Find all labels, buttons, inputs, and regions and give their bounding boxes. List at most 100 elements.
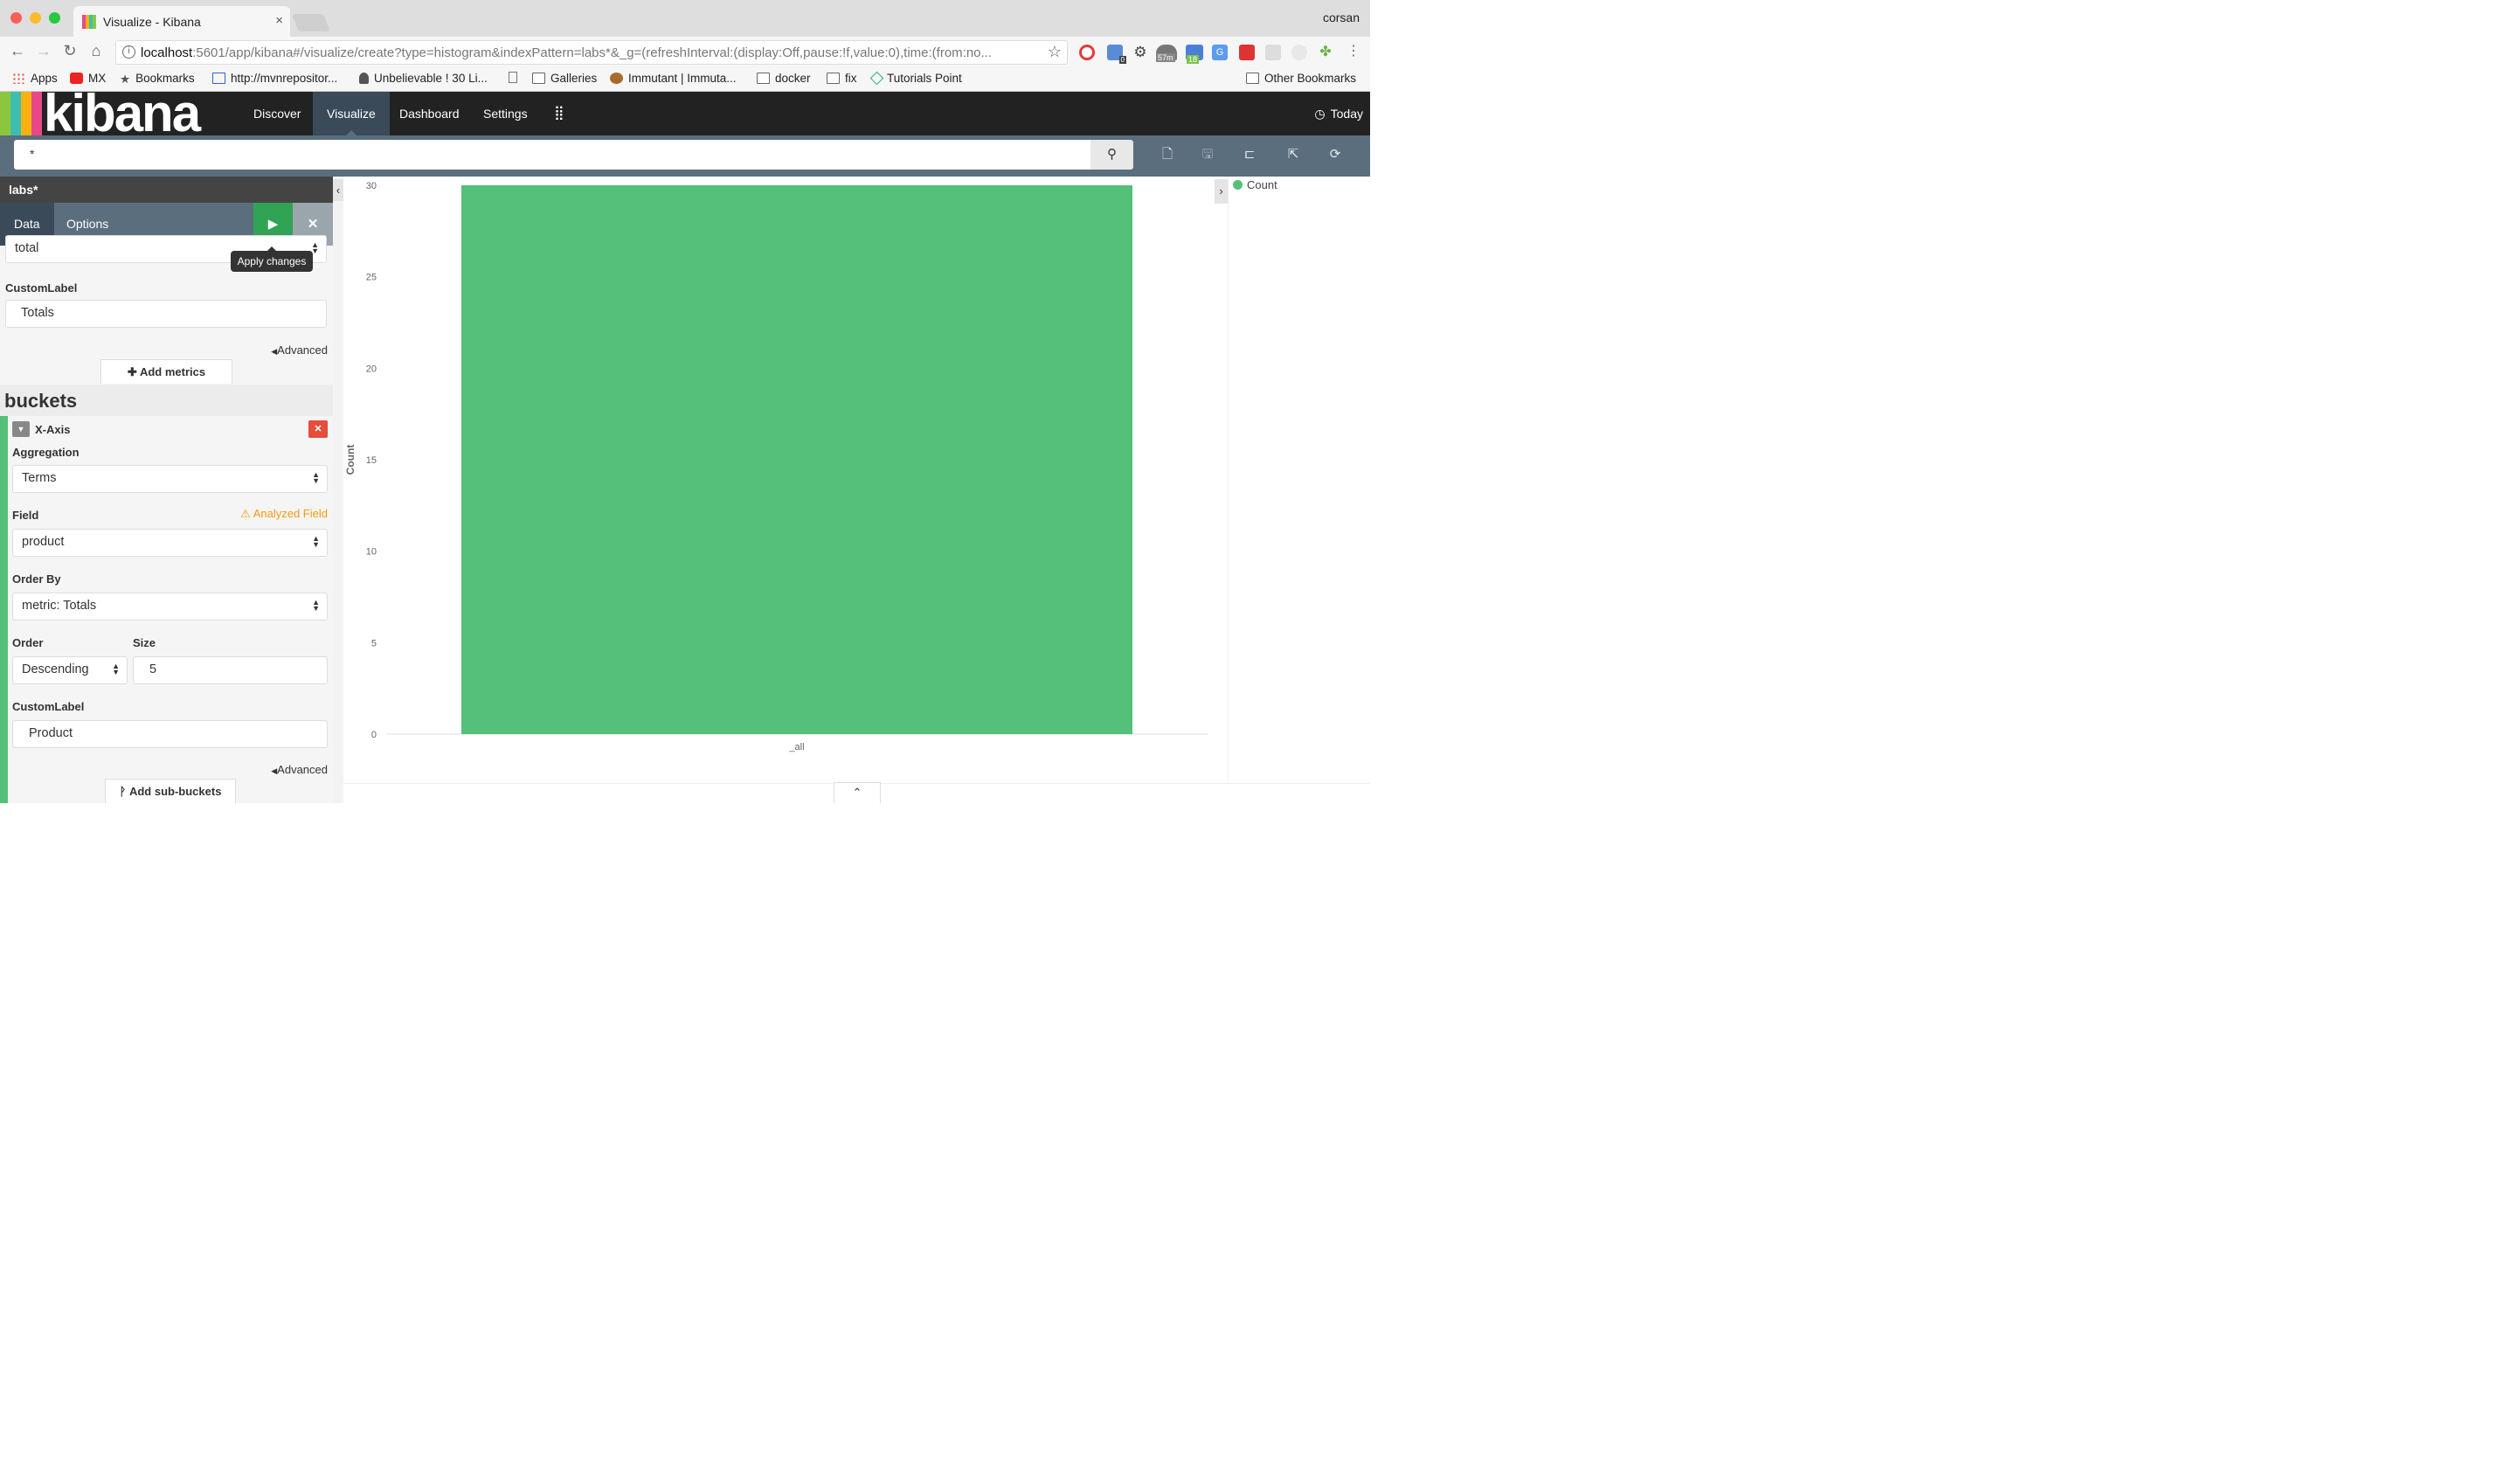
advanced-label: Advanced bbox=[277, 763, 328, 776]
add-sub-buckets-label: Add sub-buckets bbox=[128, 785, 222, 798]
bookmark-mvnrepository[interactable]: http://mvnrepositor... bbox=[212, 72, 337, 85]
legend-label: Count bbox=[1247, 178, 1277, 191]
metric-advanced-toggle[interactable]: ◀Advanced bbox=[271, 343, 328, 357]
forward-arrow-icon[interactable]: → bbox=[33, 42, 54, 60]
minimize-window-button[interactable] bbox=[30, 12, 41, 24]
kibana-stripes-icon bbox=[0, 92, 42, 135]
screen: Visualize - Kibana × corsan ← → ↻ ⌂ i lo… bbox=[0, 0, 1370, 803]
close-window-button[interactable] bbox=[10, 12, 22, 24]
timer-extension-icon[interactable]: 57m bbox=[1156, 45, 1177, 62]
select-arrows-icon: ▲ ▼ bbox=[112, 662, 120, 676]
metric-custom-label-input[interactable]: Totals bbox=[5, 300, 327, 328]
advanced-label: Advanced bbox=[277, 343, 328, 357]
grid-extension-icon[interactable] bbox=[1265, 45, 1281, 60]
reload-icon[interactable]: ↻ bbox=[59, 42, 80, 60]
remove-bucket-button[interactable]: ✕ bbox=[308, 420, 328, 438]
share-icon[interactable]: ⇱ bbox=[1284, 146, 1302, 163]
size-label: Size bbox=[133, 636, 156, 649]
collapse-sidebar-chevron-left-icon[interactable]: ‹ bbox=[333, 179, 343, 201]
bookmark-fix[interactable]: fix bbox=[827, 72, 857, 85]
gear-extension-icon[interactable]: ⚙ bbox=[1132, 45, 1148, 60]
translate-extension-icon[interactable]: G bbox=[1212, 45, 1228, 60]
collapse-bucket-button[interactable]: ▼ bbox=[12, 421, 30, 437]
circle-extension-icon[interactable] bbox=[1291, 45, 1307, 60]
bar-all[interactable] bbox=[461, 185, 1132, 734]
extension-badge-icon[interactable]: 0 bbox=[1107, 45, 1126, 64]
metric-custom-label-title: CustomLabel bbox=[5, 281, 78, 295]
timer-extension-badge: 57m bbox=[1156, 53, 1175, 62]
bucket-advanced-toggle[interactable]: ◀Advanced bbox=[271, 763, 328, 776]
close-icon: ✕ bbox=[307, 217, 319, 232]
back-arrow-icon[interactable]: ← bbox=[7, 42, 28, 60]
bookmark-label: Tutorials Point bbox=[887, 72, 962, 85]
nav-discover[interactable]: Discover bbox=[239, 92, 315, 135]
open-folder-icon[interactable]: ⊏ bbox=[1241, 146, 1258, 163]
query-input[interactable]: * bbox=[14, 140, 1090, 170]
bookmark-apps[interactable]: Apps bbox=[12, 72, 58, 85]
buckets-heading: buckets bbox=[0, 385, 333, 416]
refresh-icon[interactable]: ⟳ bbox=[1326, 146, 1344, 163]
opera-extension-icon[interactable] bbox=[1079, 45, 1095, 60]
time-picker-button[interactable]: ◷ Today bbox=[1314, 92, 1363, 135]
bookmark-label: Bookmarks bbox=[135, 72, 195, 85]
bookmark-other[interactable]: Other Bookmarks bbox=[1246, 72, 1356, 85]
toggle-legend-chevron-right-icon[interactable]: › bbox=[1215, 179, 1228, 204]
sidebar-resizer[interactable] bbox=[333, 177, 343, 803]
bookmark-immutant[interactable]: Immutant | Immuta... bbox=[610, 72, 737, 85]
legend-item-count[interactable]: Count bbox=[1233, 178, 1277, 191]
tab-close-icon[interactable]: × bbox=[275, 13, 283, 28]
bookmark-unbelievable[interactable]: Unbelievable ! 30 Li... bbox=[359, 72, 488, 85]
field-select[interactable]: product ▲ ▼ bbox=[12, 529, 328, 557]
bucket-agg-title: X-Axis bbox=[35, 423, 71, 436]
new-visualization-icon[interactable]: 🗋 bbox=[1159, 146, 1176, 163]
save-icon[interactable]: 🖫 bbox=[1199, 146, 1216, 163]
bookmark-mx[interactable]: MX bbox=[70, 72, 106, 85]
menu-dots-icon[interactable]: ⋮ bbox=[1343, 42, 1364, 59]
nav-dashboard[interactable]: Dashboard bbox=[385, 92, 474, 135]
page-icon bbox=[509, 72, 517, 83]
tab-title: Visualize - Kibana bbox=[103, 14, 201, 29]
bucket-custom-label-title: CustomLabel bbox=[12, 700, 85, 713]
info-icon[interactable]: i bbox=[122, 45, 135, 59]
bookmark-star-icon[interactable]: ☆ bbox=[1048, 43, 1062, 61]
spy-toggle-chevron-up-icon[interactable]: ⌃ bbox=[834, 782, 881, 803]
size-input[interactable]: 5 bbox=[133, 656, 328, 684]
kibana-navbar: kibana Discover Visualize Dashboard Sett… bbox=[0, 87, 1370, 140]
folder-icon bbox=[1246, 73, 1259, 84]
book-extension-icon[interactable] bbox=[1239, 45, 1255, 60]
profile-name[interactable]: corsan bbox=[1323, 10, 1360, 24]
leaf-extension-icon[interactable]: ✤ bbox=[1318, 45, 1333, 60]
kibana-logo[interactable]: kibana bbox=[0, 87, 240, 140]
bookmark-label: http://mvnrepositor... bbox=[231, 72, 338, 85]
browser-tab[interactable]: Visualize - Kibana × bbox=[73, 6, 290, 37]
calendar-extension-icon[interactable]: 18 bbox=[1186, 45, 1203, 64]
nav-settings[interactable]: Settings bbox=[469, 92, 542, 135]
bookmark-page[interactable] bbox=[509, 72, 523, 83]
url-field[interactable]: i localhost:5601/app/kibana#/visualize/c… bbox=[115, 40, 1068, 65]
y-tick-label: 15 bbox=[366, 455, 377, 466]
bucket-custom-label-input[interactable]: Product bbox=[12, 720, 328, 748]
add-metrics-button[interactable]: ✚ Add metrics bbox=[100, 359, 232, 384]
bookmark-docker[interactable]: docker bbox=[757, 72, 811, 85]
bookmark-tutorials-point[interactable]: Tutorials Point bbox=[869, 71, 962, 86]
folder-icon bbox=[827, 73, 840, 84]
nav-visualize[interactable]: Visualize bbox=[313, 92, 390, 135]
warning-text: Analyzed Field bbox=[253, 507, 328, 520]
add-sub-buckets-button[interactable]: ᚹ Add sub-buckets bbox=[105, 779, 236, 803]
maximize-window-button[interactable] bbox=[49, 12, 60, 24]
home-icon[interactable]: ⌂ bbox=[86, 42, 107, 60]
select-arrows-icon: ▲ ▼ bbox=[312, 598, 320, 613]
order-value: Descending bbox=[22, 662, 89, 676]
new-tab-button[interactable] bbox=[292, 14, 330, 31]
query-bar: * ⚲ 🗋 🖫 ⊏ ⇱ ⟳ bbox=[0, 135, 1370, 177]
plus-icon: ✚ bbox=[127, 365, 140, 378]
bookmark-galleries[interactable]: Galleries bbox=[532, 72, 597, 85]
order-select[interactable]: Descending ▲ ▼ bbox=[12, 656, 128, 684]
apps-grid-icon[interactable]: ⣿ bbox=[540, 92, 578, 135]
bookmark-bookmarks[interactable]: ★ Bookmarks bbox=[120, 72, 195, 86]
y-tick-label: 5 bbox=[371, 638, 377, 648]
aggregation-select[interactable]: Terms ▲ ▼ bbox=[12, 465, 328, 493]
order-by-select[interactable]: metric: Totals ▲ ▼ bbox=[12, 593, 328, 621]
search-button[interactable]: ⚲ bbox=[1090, 140, 1133, 170]
select-arrows-icon: ▲ ▼ bbox=[312, 534, 320, 549]
